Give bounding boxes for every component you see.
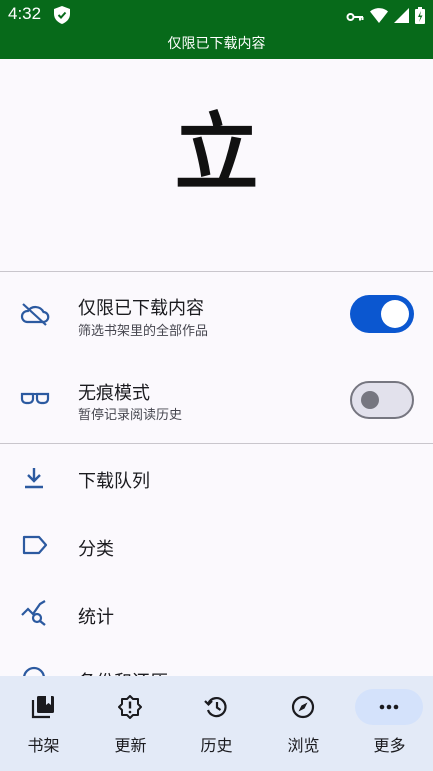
wifi-icon (370, 8, 388, 27)
nav-label: 书架 (27, 736, 60, 755)
nav-label: 更新 (114, 736, 147, 755)
nav-label: 更多 (373, 736, 406, 755)
app-logo: 立 (174, 104, 259, 202)
nav-item-library[interactable]: 书架 (0, 676, 87, 771)
more-icon (377, 695, 401, 719)
status-time: 4:32 (8, 4, 42, 23)
updates-icon (118, 695, 142, 719)
incognito-title: 无痕模式 (78, 383, 150, 404)
battery-icon (415, 7, 425, 28)
menu-item-categories[interactable]: 分类 (0, 512, 433, 580)
switch-knob (361, 391, 379, 409)
signal-icon (394, 8, 409, 27)
status-bar: 4:32 (0, 0, 433, 30)
history-icon (204, 695, 228, 719)
nav-item-browse[interactable]: 浏览 (260, 676, 347, 771)
shield-icon (54, 6, 70, 28)
nav-item-updates[interactable]: 更新 (87, 676, 174, 771)
compass-icon (291, 695, 315, 719)
nav-label: 历史 (200, 736, 233, 755)
menu-item-download-queue[interactable]: 下载队列 (0, 444, 433, 512)
menu-label: 分类 (78, 539, 114, 560)
library-icon (31, 695, 55, 719)
vpn-key-icon (346, 8, 364, 27)
nav-item-history[interactable]: 历史 (173, 676, 260, 771)
bottom-navigation: 书架 更新 历史 浏览 更多 (0, 676, 433, 771)
incognito-setting[interactable]: 无痕模式 暂停记录阅读历史 (0, 358, 433, 442)
incognito-switch[interactable] (350, 381, 414, 419)
switch-knob (381, 300, 409, 328)
glasses-icon (20, 390, 50, 410)
menu-label: 统计 (78, 607, 114, 628)
nav-label: 浏览 (287, 736, 320, 755)
incognito-subtitle: 暂停记录阅读历史 (78, 408, 183, 423)
download-icon (22, 467, 46, 493)
downloaded-only-banner: 仅限已下载内容 (0, 30, 433, 59)
downloaded-only-title: 仅限已下载内容 (78, 298, 204, 319)
stats-icon (20, 600, 48, 630)
menu-item-statistics[interactable]: 统计 (0, 580, 433, 648)
cloud-off-icon (20, 302, 50, 330)
app-logo-area: 立 (0, 59, 433, 271)
nav-item-more[interactable]: 更多 (346, 676, 433, 771)
menu-label: 下载队列 (78, 471, 150, 492)
label-icon (22, 535, 48, 559)
downloaded-only-switch[interactable] (350, 295, 414, 333)
downloaded-only-subtitle: 筛选书架里的全部作品 (78, 324, 209, 339)
downloaded-only-setting[interactable]: 仅限已下载内容 筛选书架里的全部作品 (0, 272, 433, 358)
